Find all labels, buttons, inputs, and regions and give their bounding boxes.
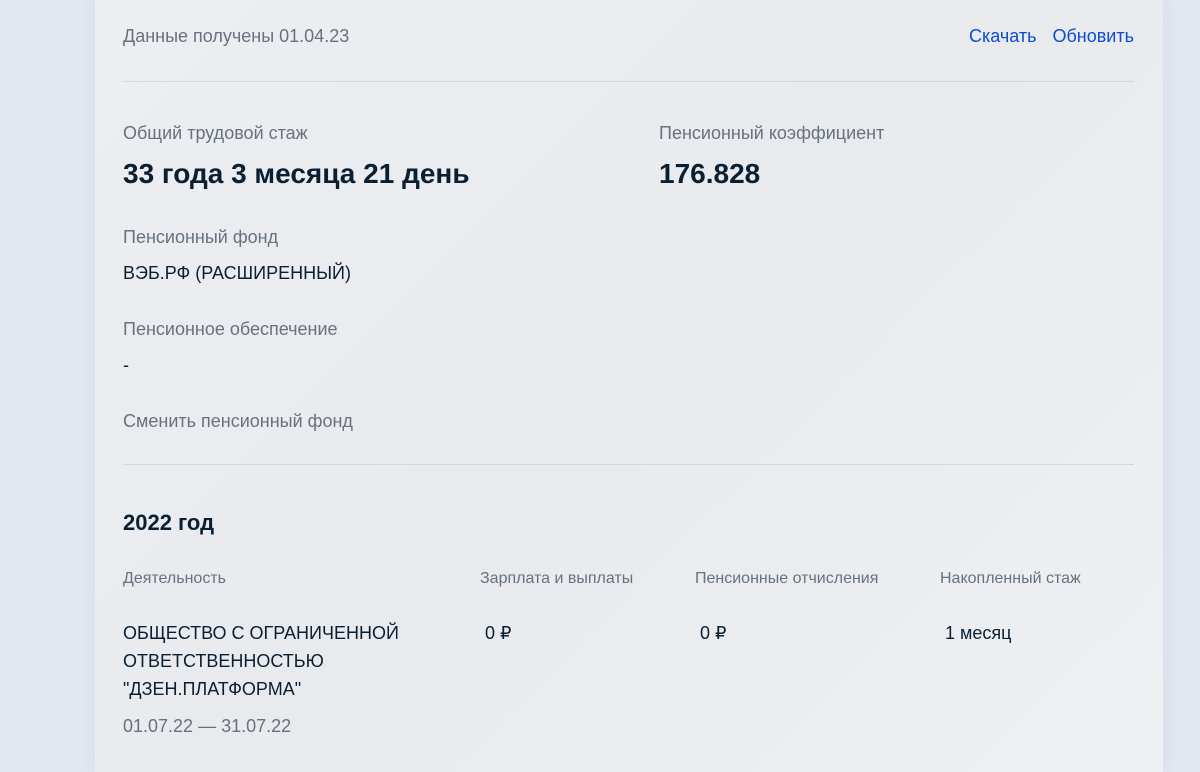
coefficient-label: Пенсионный коэффициент	[659, 123, 885, 143]
pension-info-card: Данные получены 01.04.23 Скачать Обновить…	[95, 0, 1163, 772]
column-header-contributions: Пенсионные отчисления	[695, 570, 879, 587]
salary-value: 0 ₽	[485, 623, 512, 643]
header-actions: Скачать Обновить	[969, 26, 1134, 47]
accumulated-experience-value: 1 месяц	[945, 623, 1012, 643]
column-header-experience: Накопленный стаж	[940, 570, 1081, 587]
employer-name-line: "ДЗЕН.ПЛАТФОРМА"	[123, 679, 302, 699]
refresh-link[interactable]: Обновить	[1052, 26, 1134, 46]
download-link[interactable]: Скачать	[969, 26, 1037, 46]
employer-name-line: ОТВЕТСТВЕННОСТЬЮ	[123, 651, 324, 671]
change-fund-link[interactable]: Сменить пенсионный фонд	[123, 411, 353, 432]
column-header-salary: Зарплата и выплаты	[480, 570, 634, 587]
experience-label: Общий трудовой стаж	[123, 123, 308, 143]
column-header-activity: Деятельность	[123, 570, 226, 587]
year-title: 2022 год	[123, 510, 215, 535]
employer-name-line: ОБЩЕСТВО С ОГРАНИЧЕННОЙ	[123, 623, 399, 643]
fund-value: ВЭБ.РФ (РАСШИРЕННЫЙ)	[123, 263, 351, 283]
provision-value: -	[123, 355, 129, 375]
employer-name: ОБЩЕСТВО С ОГРАНИЧЕННОЙ ОТВЕТСТВЕННОСТЬЮ…	[123, 619, 399, 703]
employment-period: 01.07.22 — 31.07.22	[123, 716, 292, 736]
data-received-date: Данные получены 01.04.23	[123, 26, 350, 46]
fund-label: Пенсионный фонд	[123, 227, 279, 247]
experience-value: 33 года 3 месяца 21 день	[123, 158, 470, 189]
section-divider	[123, 464, 1134, 465]
provision-label: Пенсионное обеспечение	[123, 319, 338, 339]
card-header: Данные получены 01.04.23 Скачать Обновить	[123, 26, 1134, 50]
header-divider	[123, 81, 1134, 82]
coefficient-value: 176.828	[659, 158, 761, 189]
contributions-value: 0 ₽	[700, 623, 727, 643]
